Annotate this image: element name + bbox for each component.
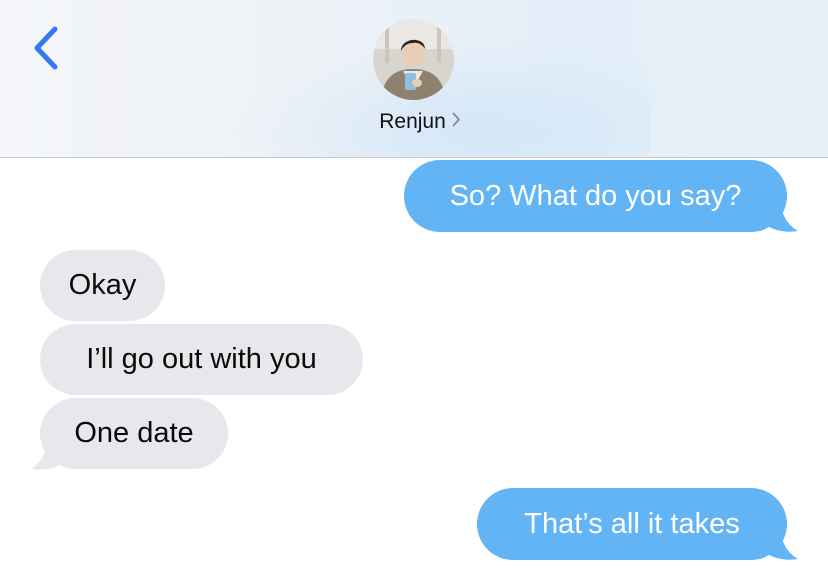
message-text: That’s all it takes: [524, 507, 740, 540]
conversation-header: Renjun: [0, 0, 828, 158]
chevron-right-icon: [452, 109, 461, 133]
bubble-tail: [762, 526, 798, 560]
contact-photo: [373, 19, 454, 100]
message-text: Okay: [68, 269, 137, 301]
contact-name: Renjun: [379, 110, 446, 133]
contact-name-button[interactable]: Renjun: [0, 110, 828, 134]
bubble-tail: [31, 436, 66, 470]
chevron-left-icon: [34, 26, 58, 70]
message-text: I’ll go out with you: [86, 343, 317, 375]
message-text: So? What do you say?: [449, 179, 742, 212]
bubble-tail: [762, 198, 798, 232]
sent-message-bubble[interactable]: That’s all it takes: [477, 488, 787, 560]
received-message-bubble[interactable]: Okay: [40, 250, 165, 321]
received-message-bubble[interactable]: I’ll go out with you: [40, 324, 363, 395]
sent-message-bubble[interactable]: So? What do you say?: [404, 160, 787, 232]
avatar[interactable]: [373, 19, 454, 100]
back-button[interactable]: [24, 24, 74, 78]
